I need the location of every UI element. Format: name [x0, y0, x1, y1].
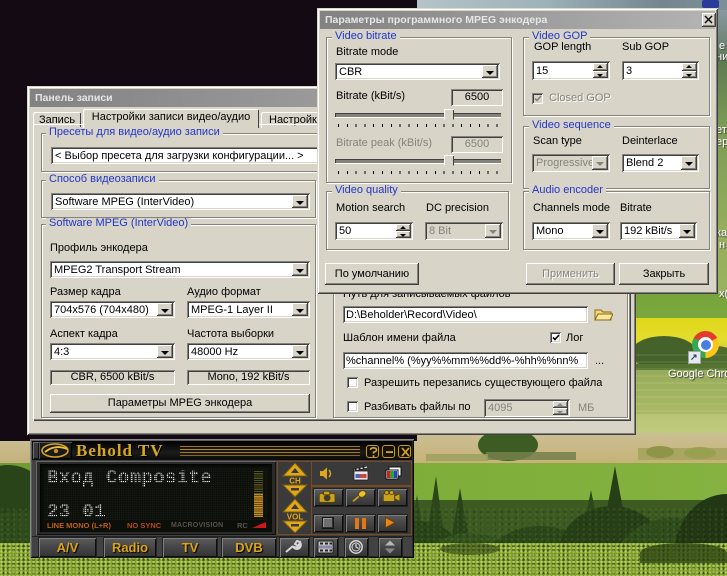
svg-text:CH: CH — [289, 477, 301, 486]
svg-text:VOL: VOL — [287, 513, 304, 522]
